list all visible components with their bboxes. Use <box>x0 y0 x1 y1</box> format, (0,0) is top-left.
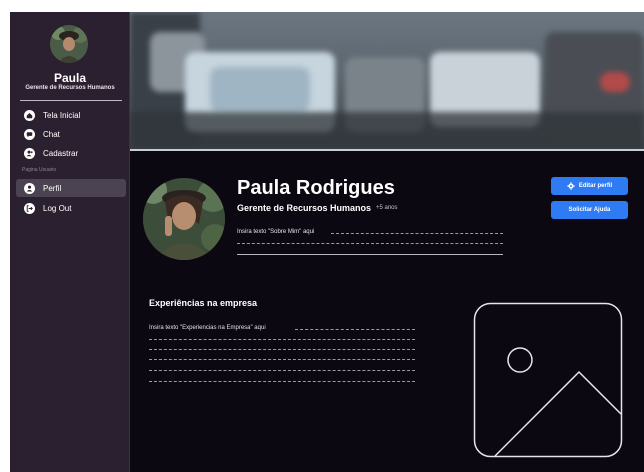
sidebar: Paula Gerente de Recursos Humanos Tela I… <box>10 12 130 472</box>
profile-name: Paula Rodrigues <box>237 177 395 199</box>
profile-icon <box>24 182 35 194</box>
experience-dash-line <box>149 349 415 350</box>
about-me-placeholder[interactable]: Insira texto "Sobre Mim" aqui <box>237 229 314 235</box>
sidebar-item-label: Cadastrar <box>43 148 79 158</box>
about-underline <box>237 254 503 255</box>
experience-dash-line <box>149 370 415 371</box>
sidebar-item-tela-inicial[interactable]: Tela Inicial <box>16 106 126 124</box>
user-name: Paula <box>53 71 86 85</box>
sidebar-item-chat[interactable]: Chat <box>16 125 126 143</box>
experience-dash-line <box>149 359 415 360</box>
profile-job-title: Gerente de Recursos Humanos <box>237 203 372 213</box>
sidebar-item-cadastrar[interactable]: Cadastrar <box>16 144 126 162</box>
experience-placeholder[interactable]: Insira texto "Experiencias na Empresa" a… <box>149 325 266 331</box>
home-icon <box>24 109 35 121</box>
avatar[interactable] <box>50 25 88 63</box>
profile-avatar[interactable] <box>143 178 225 260</box>
section-label: Pagina Usuario <box>22 167 57 173</box>
request-help-button[interactable]: Solicitar Ajuda <box>551 201 628 219</box>
experience-dash-line <box>295 329 415 330</box>
user-role: Gerente de Recursos Humanos <box>25 85 115 91</box>
sidebar-item-label: Log Out <box>43 203 72 213</box>
image-placeholder-icon[interactable] <box>473 302 623 458</box>
cover-banner <box>130 12 644 149</box>
app-window: Paula Gerente de Recursos Humanos Tela I… <box>10 12 644 472</box>
experience-dash-line <box>149 381 415 382</box>
logout-icon <box>24 202 35 214</box>
about-dash-line <box>237 243 503 244</box>
sidebar-item-label: Chat <box>43 129 60 139</box>
chat-icon <box>24 128 35 140</box>
banner-divider <box>130 149 644 151</box>
add-user-icon <box>24 147 35 159</box>
experience-title: Experiências na empresa <box>149 298 258 308</box>
sidebar-item-logout[interactable]: Log Out <box>16 199 126 217</box>
sidebar-item-label: Tela Inicial <box>43 110 81 120</box>
experience-dash-line <box>149 339 415 340</box>
gear-icon <box>567 182 575 190</box>
sidebar-item-perfil[interactable]: Perfil <box>16 179 126 197</box>
profile-tenure: +5 anos <box>376 205 398 211</box>
sidebar-item-label: Perfil <box>43 183 62 193</box>
edit-profile-button[interactable]: Editar perfil <box>551 177 628 195</box>
sidebar-divider <box>20 100 122 101</box>
about-dash-line <box>331 233 503 234</box>
